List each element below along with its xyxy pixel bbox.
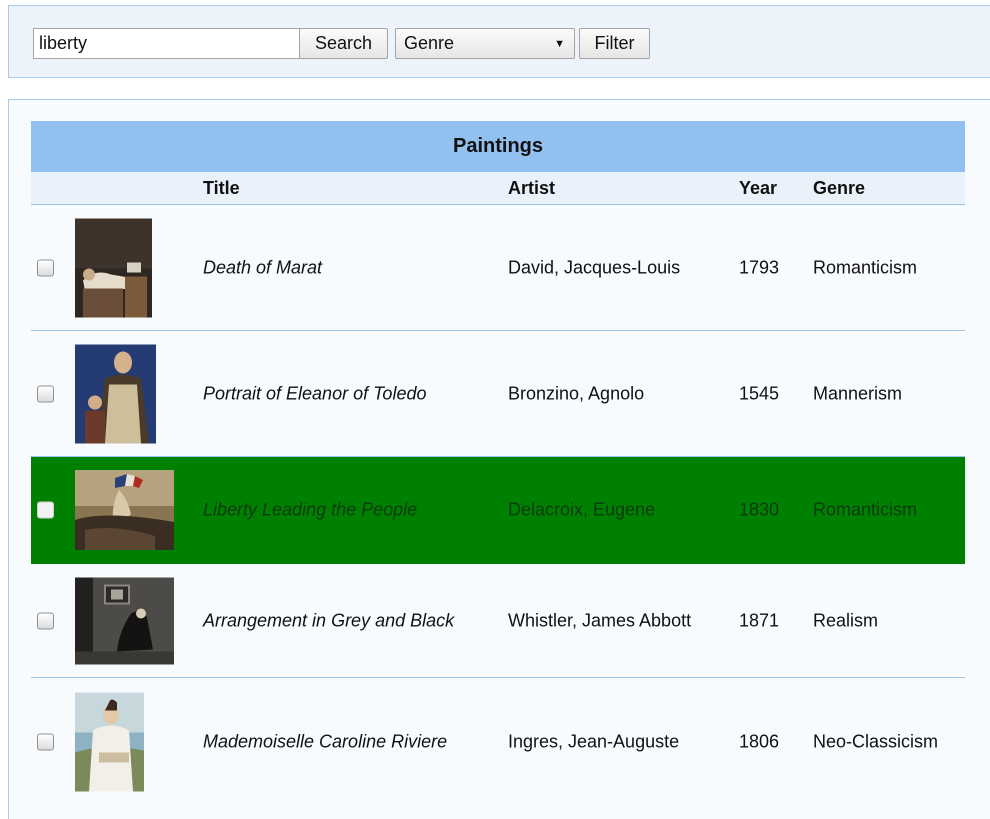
painting-genre: Neo-Classicism bbox=[813, 731, 939, 752]
genre-select-value: Genre bbox=[404, 33, 455, 53]
painting-title: Death of Marat bbox=[203, 257, 323, 277]
painting-thumbnail bbox=[75, 692, 144, 792]
painting-artist: Delacroix, Eugene bbox=[508, 499, 656, 520]
table-row[interactable]: Portrait of Eleanor of Toledo Bronzino, … bbox=[31, 331, 965, 457]
table-header: Title Artist Year Genre bbox=[31, 172, 965, 205]
search-input[interactable] bbox=[33, 28, 301, 59]
filter-button[interactable]: Filter bbox=[579, 28, 650, 59]
painting-year: 1806 bbox=[739, 731, 780, 752]
painting-year: 1830 bbox=[739, 499, 780, 520]
row-checkbox[interactable] bbox=[37, 259, 54, 276]
painting-year: 1793 bbox=[739, 257, 780, 277]
paintings-table: Paintings Title Artist Year Genre Death … bbox=[31, 121, 965, 806]
table-row[interactable]: Mademoiselle Caroline Riviere Ingres, Je… bbox=[31, 678, 965, 806]
painting-artist: Ingres, Jean-Auguste bbox=[508, 731, 680, 752]
table-row[interactable]: Arrangement in Grey and Black Whistler, … bbox=[31, 564, 965, 678]
painting-title: Portrait of Eleanor of Toledo bbox=[203, 383, 427, 403]
painting-thumbnail bbox=[75, 218, 152, 317]
row-checkbox[interactable] bbox=[37, 733, 54, 751]
table-row[interactable]: Death of Marat David, Jacques-Louis 1793… bbox=[31, 205, 965, 331]
row-checkbox[interactable] bbox=[37, 385, 54, 402]
search-button[interactable]: Search bbox=[299, 28, 388, 59]
column-header-title[interactable]: Title bbox=[203, 178, 240, 199]
painting-title: Liberty Leading the People bbox=[203, 499, 418, 520]
table-row[interactable]: Liberty Leading the People Delacroix, Eu… bbox=[31, 457, 965, 564]
painting-thumbnail bbox=[75, 577, 174, 664]
painting-genre: Mannerism bbox=[813, 383, 903, 403]
painting-year: 1545 bbox=[739, 383, 780, 403]
table-caption: Paintings bbox=[31, 121, 965, 172]
painting-title: Mademoiselle Caroline Riviere bbox=[203, 731, 448, 752]
row-checkbox[interactable] bbox=[37, 612, 54, 629]
row-checkbox[interactable] bbox=[37, 501, 54, 519]
results-panel: Paintings Title Artist Year Genre Death … bbox=[8, 99, 990, 819]
painting-genre: Romanticism bbox=[813, 257, 918, 277]
painting-year: 1871 bbox=[739, 610, 780, 630]
painting-thumbnail bbox=[75, 470, 174, 550]
painting-thumbnail bbox=[75, 344, 156, 443]
column-header-year[interactable]: Year bbox=[739, 178, 777, 199]
search-toolbar: Search Genre ▼ Filter bbox=[8, 5, 990, 78]
genre-select[interactable]: Genre ▼ bbox=[395, 28, 575, 59]
painting-artist: Whistler, James Abbott bbox=[508, 610, 692, 630]
painting-genre: Realism bbox=[813, 610, 879, 630]
painting-artist: David, Jacques-Louis bbox=[508, 257, 681, 277]
dropdown-arrow-icon: ▼ bbox=[554, 38, 565, 50]
column-header-genre[interactable]: Genre bbox=[813, 178, 865, 199]
column-header-artist[interactable]: Artist bbox=[508, 178, 555, 199]
painting-artist: Bronzino, Agnolo bbox=[508, 383, 645, 403]
painting-title: Arrangement in Grey and Black bbox=[203, 610, 455, 630]
painting-genre: Romanticism bbox=[813, 499, 918, 520]
